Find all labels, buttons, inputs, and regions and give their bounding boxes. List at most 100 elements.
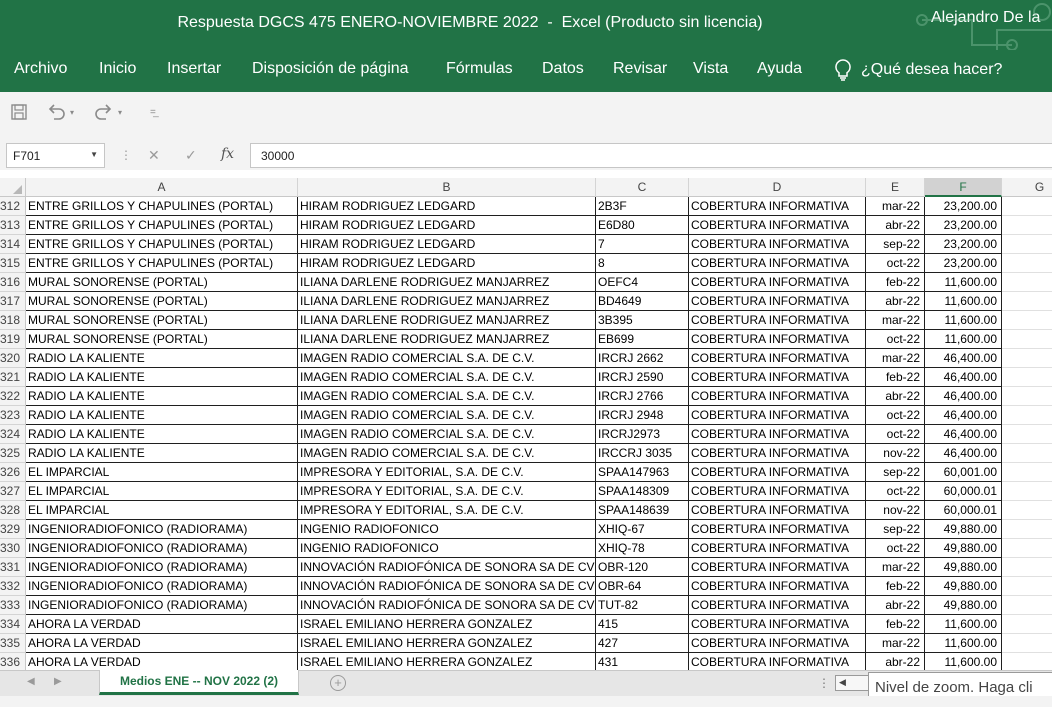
customize-qat-icon[interactable]: =̲ (150, 102, 156, 122)
cell-e[interactable]: oct-22 (866, 539, 925, 558)
cell-g[interactable] (1002, 558, 1052, 577)
cell-g[interactable] (1002, 425, 1052, 444)
cell-a[interactable]: MURAL SONORENSE (PORTAL) (26, 292, 298, 311)
tell-me-search[interactable]: ¿Qué desea hacer? (833, 58, 1002, 82)
cell-g[interactable] (1002, 273, 1052, 292)
cell-e[interactable]: sep-22 (866, 235, 925, 254)
prev-sheet-icon[interactable]: ◀ (27, 676, 35, 687)
scroll-grip[interactable]: ⋮ (818, 676, 830, 690)
cell-f[interactable]: 23,200.00 (925, 254, 1002, 273)
cell-f[interactable]: 46,400.00 (925, 444, 1002, 463)
cell-f[interactable]: 46,400.00 (925, 406, 1002, 425)
cell-g[interactable] (1002, 444, 1052, 463)
cell-b[interactable]: IMAGEN RADIO COMERCIAL S.A. DE C.V. (298, 425, 596, 444)
cell-d[interactable]: COBERTURA INFORMATIVA (689, 368, 866, 387)
cell-a[interactable]: RADIO LA KALIENTE (26, 349, 298, 368)
formula-bar-grip[interactable]: ⋮ (120, 148, 132, 162)
cell-d[interactable]: COBERTURA INFORMATIVA (689, 292, 866, 311)
cell-e[interactable]: abr-22 (866, 596, 925, 615)
cell-c[interactable]: 415 (596, 615, 689, 634)
row-header[interactable]: 318 (0, 311, 26, 330)
cell-e[interactable]: abr-22 (866, 653, 925, 670)
cell-a[interactable]: INGENIORADIOFONICO (RADIORAMA) (26, 520, 298, 539)
cell-g[interactable] (1002, 349, 1052, 368)
cell-e[interactable]: sep-22 (866, 463, 925, 482)
cell-g[interactable] (1002, 387, 1052, 406)
cell-d[interactable]: COBERTURA INFORMATIVA (689, 406, 866, 425)
cell-c[interactable]: XHIQ-67 (596, 520, 689, 539)
cell-g[interactable] (1002, 330, 1052, 349)
cell-f[interactable]: 46,400.00 (925, 368, 1002, 387)
cell-f[interactable]: 46,400.00 (925, 387, 1002, 406)
row-header[interactable]: 319 (0, 330, 26, 349)
cell-g[interactable] (1002, 539, 1052, 558)
cell-e[interactable]: feb-22 (866, 577, 925, 596)
cell-b[interactable]: INNOVACIÓN RADIOFÓNICA DE SONORA SA DE C… (298, 596, 596, 615)
cell-f[interactable]: 11,600.00 (925, 615, 1002, 634)
column-header-c[interactable]: C (596, 178, 689, 197)
cell-e[interactable]: feb-22 (866, 615, 925, 634)
cell-e[interactable]: nov-22 (866, 444, 925, 463)
cell-b[interactable]: IMAGEN RADIO COMERCIAL S.A. DE C.V. (298, 387, 596, 406)
cell-a[interactable]: INGENIORADIOFONICO (RADIORAMA) (26, 596, 298, 615)
row-header[interactable]: 332 (0, 577, 26, 596)
cell-c[interactable]: SPAA148639 (596, 501, 689, 520)
cell-g[interactable] (1002, 311, 1052, 330)
cell-c[interactable]: TUT-82 (596, 596, 689, 615)
row-header[interactable]: 321 (0, 368, 26, 387)
cell-g[interactable] (1002, 634, 1052, 653)
cell-c[interactable]: 7 (596, 235, 689, 254)
cell-f[interactable]: 11,600.00 (925, 634, 1002, 653)
cell-f[interactable]: 23,200.00 (925, 197, 1002, 216)
cell-d[interactable]: COBERTURA INFORMATIVA (689, 387, 866, 406)
formula-input[interactable]: 30000 (250, 143, 1052, 168)
cell-e[interactable]: mar-22 (866, 197, 925, 216)
cell-c[interactable]: 8 (596, 254, 689, 273)
cell-c[interactable]: E6D80 (596, 216, 689, 235)
cell-c[interactable]: IRCRJ 2766 (596, 387, 689, 406)
cell-g[interactable] (1002, 254, 1052, 273)
cell-c[interactable]: BD4649 (596, 292, 689, 311)
cell-a[interactable]: EL IMPARCIAL (26, 463, 298, 482)
cell-e[interactable]: feb-22 (866, 368, 925, 387)
fx-icon[interactable]: fx (221, 146, 234, 162)
name-box[interactable]: F701 ▼ (6, 143, 105, 168)
cell-b[interactable]: INGENIO RADIOFONICO (298, 520, 596, 539)
cell-d[interactable]: COBERTURA INFORMATIVA (689, 615, 866, 634)
cell-a[interactable]: RADIO LA KALIENTE (26, 368, 298, 387)
cell-g[interactable] (1002, 577, 1052, 596)
cell-d[interactable]: COBERTURA INFORMATIVA (689, 311, 866, 330)
cell-f[interactable]: 23,200.00 (925, 235, 1002, 254)
cell-e[interactable]: mar-22 (866, 349, 925, 368)
redo-button[interactable]: ▾ (94, 102, 122, 122)
cell-d[interactable]: COBERTURA INFORMATIVA (689, 482, 866, 501)
cell-a[interactable]: INGENIORADIOFONICO (RADIORAMA) (26, 539, 298, 558)
cell-d[interactable]: COBERTURA INFORMATIVA (689, 577, 866, 596)
scroll-left-icon[interactable]: ◀ (839, 677, 846, 688)
cell-d[interactable]: COBERTURA INFORMATIVA (689, 444, 866, 463)
cell-g[interactable] (1002, 596, 1052, 615)
row-header[interactable]: 336 (0, 653, 26, 670)
cell-d[interactable]: COBERTURA INFORMATIVA (689, 197, 866, 216)
tab-disposicion[interactable]: Disposición de página (252, 60, 409, 78)
cell-d[interactable]: COBERTURA INFORMATIVA (689, 539, 866, 558)
cell-f[interactable]: 49,880.00 (925, 520, 1002, 539)
row-header[interactable]: 325 (0, 444, 26, 463)
chevron-down-icon[interactable]: ▼ (90, 150, 98, 159)
cell-a[interactable]: AHORA LA VERDAD (26, 615, 298, 634)
cell-d[interactable]: COBERTURA INFORMATIVA (689, 216, 866, 235)
cell-b[interactable]: ISRAEL EMILIANO HERRERA GONZALEZ (298, 615, 596, 634)
cell-e[interactable]: oct-22 (866, 254, 925, 273)
cell-a[interactable]: RADIO LA KALIENTE (26, 406, 298, 425)
cell-c[interactable]: OBR-120 (596, 558, 689, 577)
cell-e[interactable]: mar-22 (866, 634, 925, 653)
cell-e[interactable]: oct-22 (866, 482, 925, 501)
cell-g[interactable] (1002, 463, 1052, 482)
cell-c[interactable]: 431 (596, 653, 689, 670)
row-header[interactable]: 312 (0, 197, 26, 216)
cell-e[interactable]: abr-22 (866, 216, 925, 235)
cell-f[interactable]: 11,600.00 (925, 653, 1002, 670)
cell-g[interactable] (1002, 197, 1052, 216)
cell-g[interactable] (1002, 501, 1052, 520)
tab-datos[interactable]: Datos (542, 60, 584, 78)
